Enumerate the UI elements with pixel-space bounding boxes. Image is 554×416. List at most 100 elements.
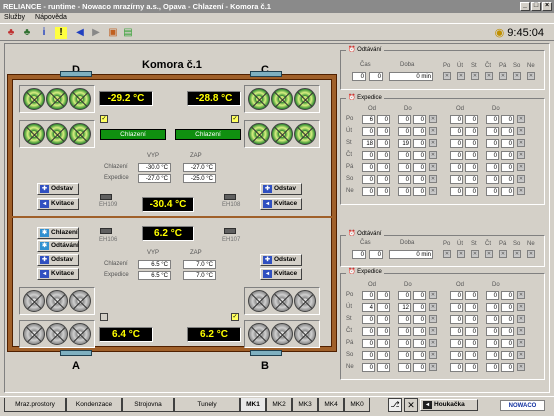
export-icon[interactable]: ▣ <box>107 27 119 39</box>
info-icon[interactable]: i <box>38 27 50 39</box>
minute-input[interactable]: 0 <box>465 363 478 372</box>
minute-input[interactable]: 0 <box>465 139 478 148</box>
kvitace-button-bottom-right[interactable]: ◂ Kvitace <box>260 268 302 280</box>
menu-file[interactable]: Služby <box>4 14 25 21</box>
mute-icon[interactable]: ✕ <box>404 398 418 412</box>
hour-input[interactable]: 0 <box>398 291 411 300</box>
minute-input[interactable]: 0 <box>501 151 514 160</box>
hour-input[interactable]: 0 <box>450 115 463 124</box>
minute-input[interactable]: 0 <box>413 303 426 312</box>
tab-mk2[interactable]: MK2 <box>266 398 292 412</box>
hour-input[interactable]: 0 <box>450 187 463 196</box>
row-checkbox[interactable]: ✕ <box>517 139 525 147</box>
hour-input[interactable]: 0 <box>362 339 375 348</box>
tab-mk0[interactable]: MK0 <box>344 398 370 412</box>
setpoint-bottom-r1c2[interactable]: 7.0 °C <box>183 260 216 269</box>
hour-input[interactable]: 0 <box>450 339 463 348</box>
print-icon[interactable]: ▤ <box>122 27 134 39</box>
hour-input[interactable]: 0 <box>486 303 499 312</box>
hour-input[interactable]: 0 <box>486 163 499 172</box>
row-checkbox[interactable]: ✕ <box>429 139 437 147</box>
hour-input[interactable]: 0 <box>398 187 411 196</box>
hour-input[interactable]: 0 <box>486 315 499 324</box>
minute-input[interactable]: 0 <box>413 327 426 336</box>
kvitace-button-top-right[interactable]: ◂ Kvitace <box>260 198 302 210</box>
odstav-button-top-left[interactable]: ✚ Odstav <box>37 183 79 195</box>
day-checkbox[interactable]: ✕ <box>485 72 493 80</box>
minute-input[interactable]: 0 <box>465 291 478 300</box>
row-checkbox[interactable]: ✕ <box>517 127 525 135</box>
setpoint-bottom-r2c2[interactable]: 7.0 °C <box>183 271 216 280</box>
hour-input[interactable]: 0 <box>362 187 375 196</box>
odstav-button-top-right[interactable]: ✚ Odstav <box>260 183 302 195</box>
tab-mk1[interactable]: MK1 <box>240 398 266 412</box>
minute-input[interactable]: 0 <box>413 291 426 300</box>
minute-input[interactable]: 0 <box>377 175 390 184</box>
minute-input[interactable]: 0 <box>413 175 426 184</box>
minute-input[interactable]: 0 <box>501 327 514 336</box>
row-checkbox[interactable]: ✕ <box>517 187 525 195</box>
doba-input-2[interactable]: 0 min <box>389 250 433 259</box>
minute-input[interactable]: 0 <box>413 127 426 136</box>
close-button[interactable]: × <box>542 2 552 11</box>
minute-input[interactable]: 0 <box>413 163 426 172</box>
minute-input[interactable]: 0 <box>377 115 390 124</box>
hour-input[interactable]: 0 <box>398 127 411 136</box>
minimize-button[interactable]: _ <box>520 2 530 11</box>
setpoint-bottom-r1c1[interactable]: 6.5 °C <box>138 260 171 269</box>
hour-input[interactable]: 0 <box>362 175 375 184</box>
minute-input[interactable]: 0 <box>377 303 390 312</box>
row-checkbox[interactable]: ✕ <box>517 339 525 347</box>
minute-input[interactable]: 0 <box>413 115 426 124</box>
hour-input[interactable]: 18 <box>362 139 375 148</box>
hour-input[interactable]: 0 <box>450 127 463 136</box>
hour-input[interactable]: 0 <box>486 115 499 124</box>
hour-input[interactable]: 0 <box>486 351 499 360</box>
minute-input[interactable]: 0 <box>501 303 514 312</box>
setpoint-top-r2c2[interactable]: -25.0 °C <box>183 174 216 183</box>
minute-input[interactable]: 0 <box>465 327 478 336</box>
day-checkbox[interactable]: ✕ <box>513 72 521 80</box>
minute-input[interactable]: 0 <box>377 363 390 372</box>
row-checkbox[interactable]: ✕ <box>517 327 525 335</box>
kvitace-button-bottom-left[interactable]: ◂ Kvitace <box>37 268 79 280</box>
row-checkbox[interactable]: ✕ <box>429 351 437 359</box>
setpoint-top-r2c1[interactable]: -27.0 °C <box>138 174 171 183</box>
hour-input[interactable]: 0 <box>450 291 463 300</box>
minute-input[interactable]: 0 <box>377 187 390 196</box>
hour-input[interactable]: 0 <box>486 187 499 196</box>
minute-input[interactable]: 0 <box>501 351 514 360</box>
minute-input[interactable]: 0 <box>465 315 478 324</box>
row-checkbox[interactable]: ✕ <box>517 303 525 311</box>
day-checkbox[interactable]: ✕ <box>513 250 521 258</box>
minute-input[interactable]: 0 <box>465 339 478 348</box>
minute-input[interactable]: 0 <box>413 315 426 324</box>
fan-unit-bottom-left-2[interactable] <box>19 320 95 348</box>
hour-input[interactable]: 0 <box>398 163 411 172</box>
network-icon[interactable]: ⎇ <box>388 398 402 412</box>
fan-unit-bottom-right-2[interactable] <box>244 320 320 348</box>
tab-strojovna[interactable]: Strojovna <box>122 398 174 412</box>
minute-input[interactable]: 0 <box>377 139 390 148</box>
hour-input[interactable]: 0 <box>486 291 499 300</box>
hour-input[interactable]: 0 <box>362 291 375 300</box>
login-icon[interactable]: ♣ <box>5 27 17 39</box>
minute-input[interactable]: 0 <box>377 291 390 300</box>
hour-input[interactable]: 0 <box>398 315 411 324</box>
checkbox-top-left[interactable]: ✓ <box>100 115 108 123</box>
chlazeni-button-lower[interactable]: ✱ Chlazení <box>37 227 79 239</box>
hour-input[interactable]: 0 <box>398 175 411 184</box>
minute-input[interactable]: 0 <box>501 339 514 348</box>
hour-input[interactable]: 0 <box>398 351 411 360</box>
minute-input[interactable]: 0 <box>501 291 514 300</box>
hour-input[interactable]: 0 <box>362 151 375 160</box>
hour-input[interactable]: 0 <box>486 151 499 160</box>
menu-help[interactable]: Nápověda <box>35 14 67 21</box>
row-checkbox[interactable]: ✕ <box>517 163 525 171</box>
minute-input[interactable]: 0 <box>501 363 514 372</box>
minute-input[interactable]: 0 <box>465 163 478 172</box>
hour-input[interactable]: 0 <box>450 151 463 160</box>
hour-input[interactable]: 0 <box>362 351 375 360</box>
hour-input[interactable]: 0 <box>450 327 463 336</box>
hour-input[interactable]: 0 <box>450 303 463 312</box>
